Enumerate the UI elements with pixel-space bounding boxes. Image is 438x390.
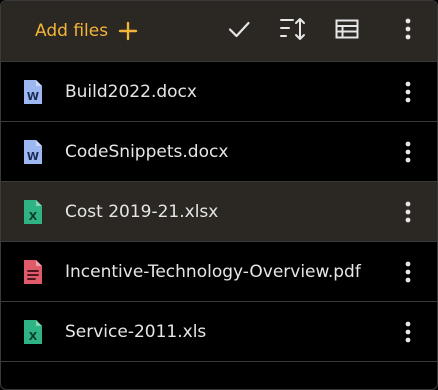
table-view-icon <box>335 19 359 43</box>
more-vertical-icon <box>405 81 411 103</box>
word-file-icon: W <box>23 79 43 105</box>
file-picker-panel: Add files W Build2022.docx W CodeSnippet… <box>0 0 438 390</box>
more-vertical-icon <box>405 261 411 283</box>
toolbar-more-button[interactable] <box>390 13 426 49</box>
file-row[interactable]: W Build2022.docx <box>1 62 437 122</box>
file-name: CodeSnippets.docx <box>65 141 229 162</box>
svg-text:W: W <box>27 150 39 163</box>
add-files-button[interactable]: Add files <box>35 1 138 61</box>
sort-icon <box>279 16 307 46</box>
file-row[interactable]: Incentive-Technology-Overview.pdf <box>1 242 437 302</box>
svg-text:W: W <box>27 90 39 103</box>
more-vertical-icon <box>405 18 411 44</box>
svg-text:X: X <box>29 330 38 343</box>
file-list: W Build2022.docx W CodeSnippets.docx X C… <box>1 62 437 362</box>
plus-icon <box>118 21 138 41</box>
file-more-button[interactable] <box>391 134 425 170</box>
word-file-icon: W <box>23 139 43 165</box>
sort-button[interactable] <box>275 13 311 49</box>
file-row[interactable]: X Cost 2019-21.xlsx <box>1 182 437 242</box>
file-name: Service-2011.xls <box>65 321 207 342</box>
more-vertical-icon <box>405 141 411 163</box>
view-toggle-button[interactable] <box>329 13 365 49</box>
file-more-button[interactable] <box>391 194 425 230</box>
add-files-label: Add files <box>35 21 109 41</box>
file-more-button[interactable] <box>391 314 425 350</box>
file-name: Build2022.docx <box>65 81 197 102</box>
file-name: Incentive-Technology-Overview.pdf <box>65 261 361 282</box>
file-row[interactable]: X Service-2011.xls <box>1 302 437 362</box>
select-button[interactable] <box>221 13 257 49</box>
toolbar: Add files <box>1 1 437 62</box>
file-more-button[interactable] <box>391 74 425 110</box>
excel-file-icon: X <box>23 199 43 225</box>
pdf-file-icon <box>23 259 43 285</box>
excel-file-icon: X <box>23 319 43 345</box>
svg-text:X: X <box>29 210 38 223</box>
more-vertical-icon <box>405 201 411 223</box>
file-name: Cost 2019-21.xlsx <box>65 201 219 222</box>
checkmark-icon <box>227 17 251 45</box>
file-row[interactable]: W CodeSnippets.docx <box>1 122 437 182</box>
more-vertical-icon <box>405 321 411 343</box>
file-more-button[interactable] <box>391 254 425 290</box>
